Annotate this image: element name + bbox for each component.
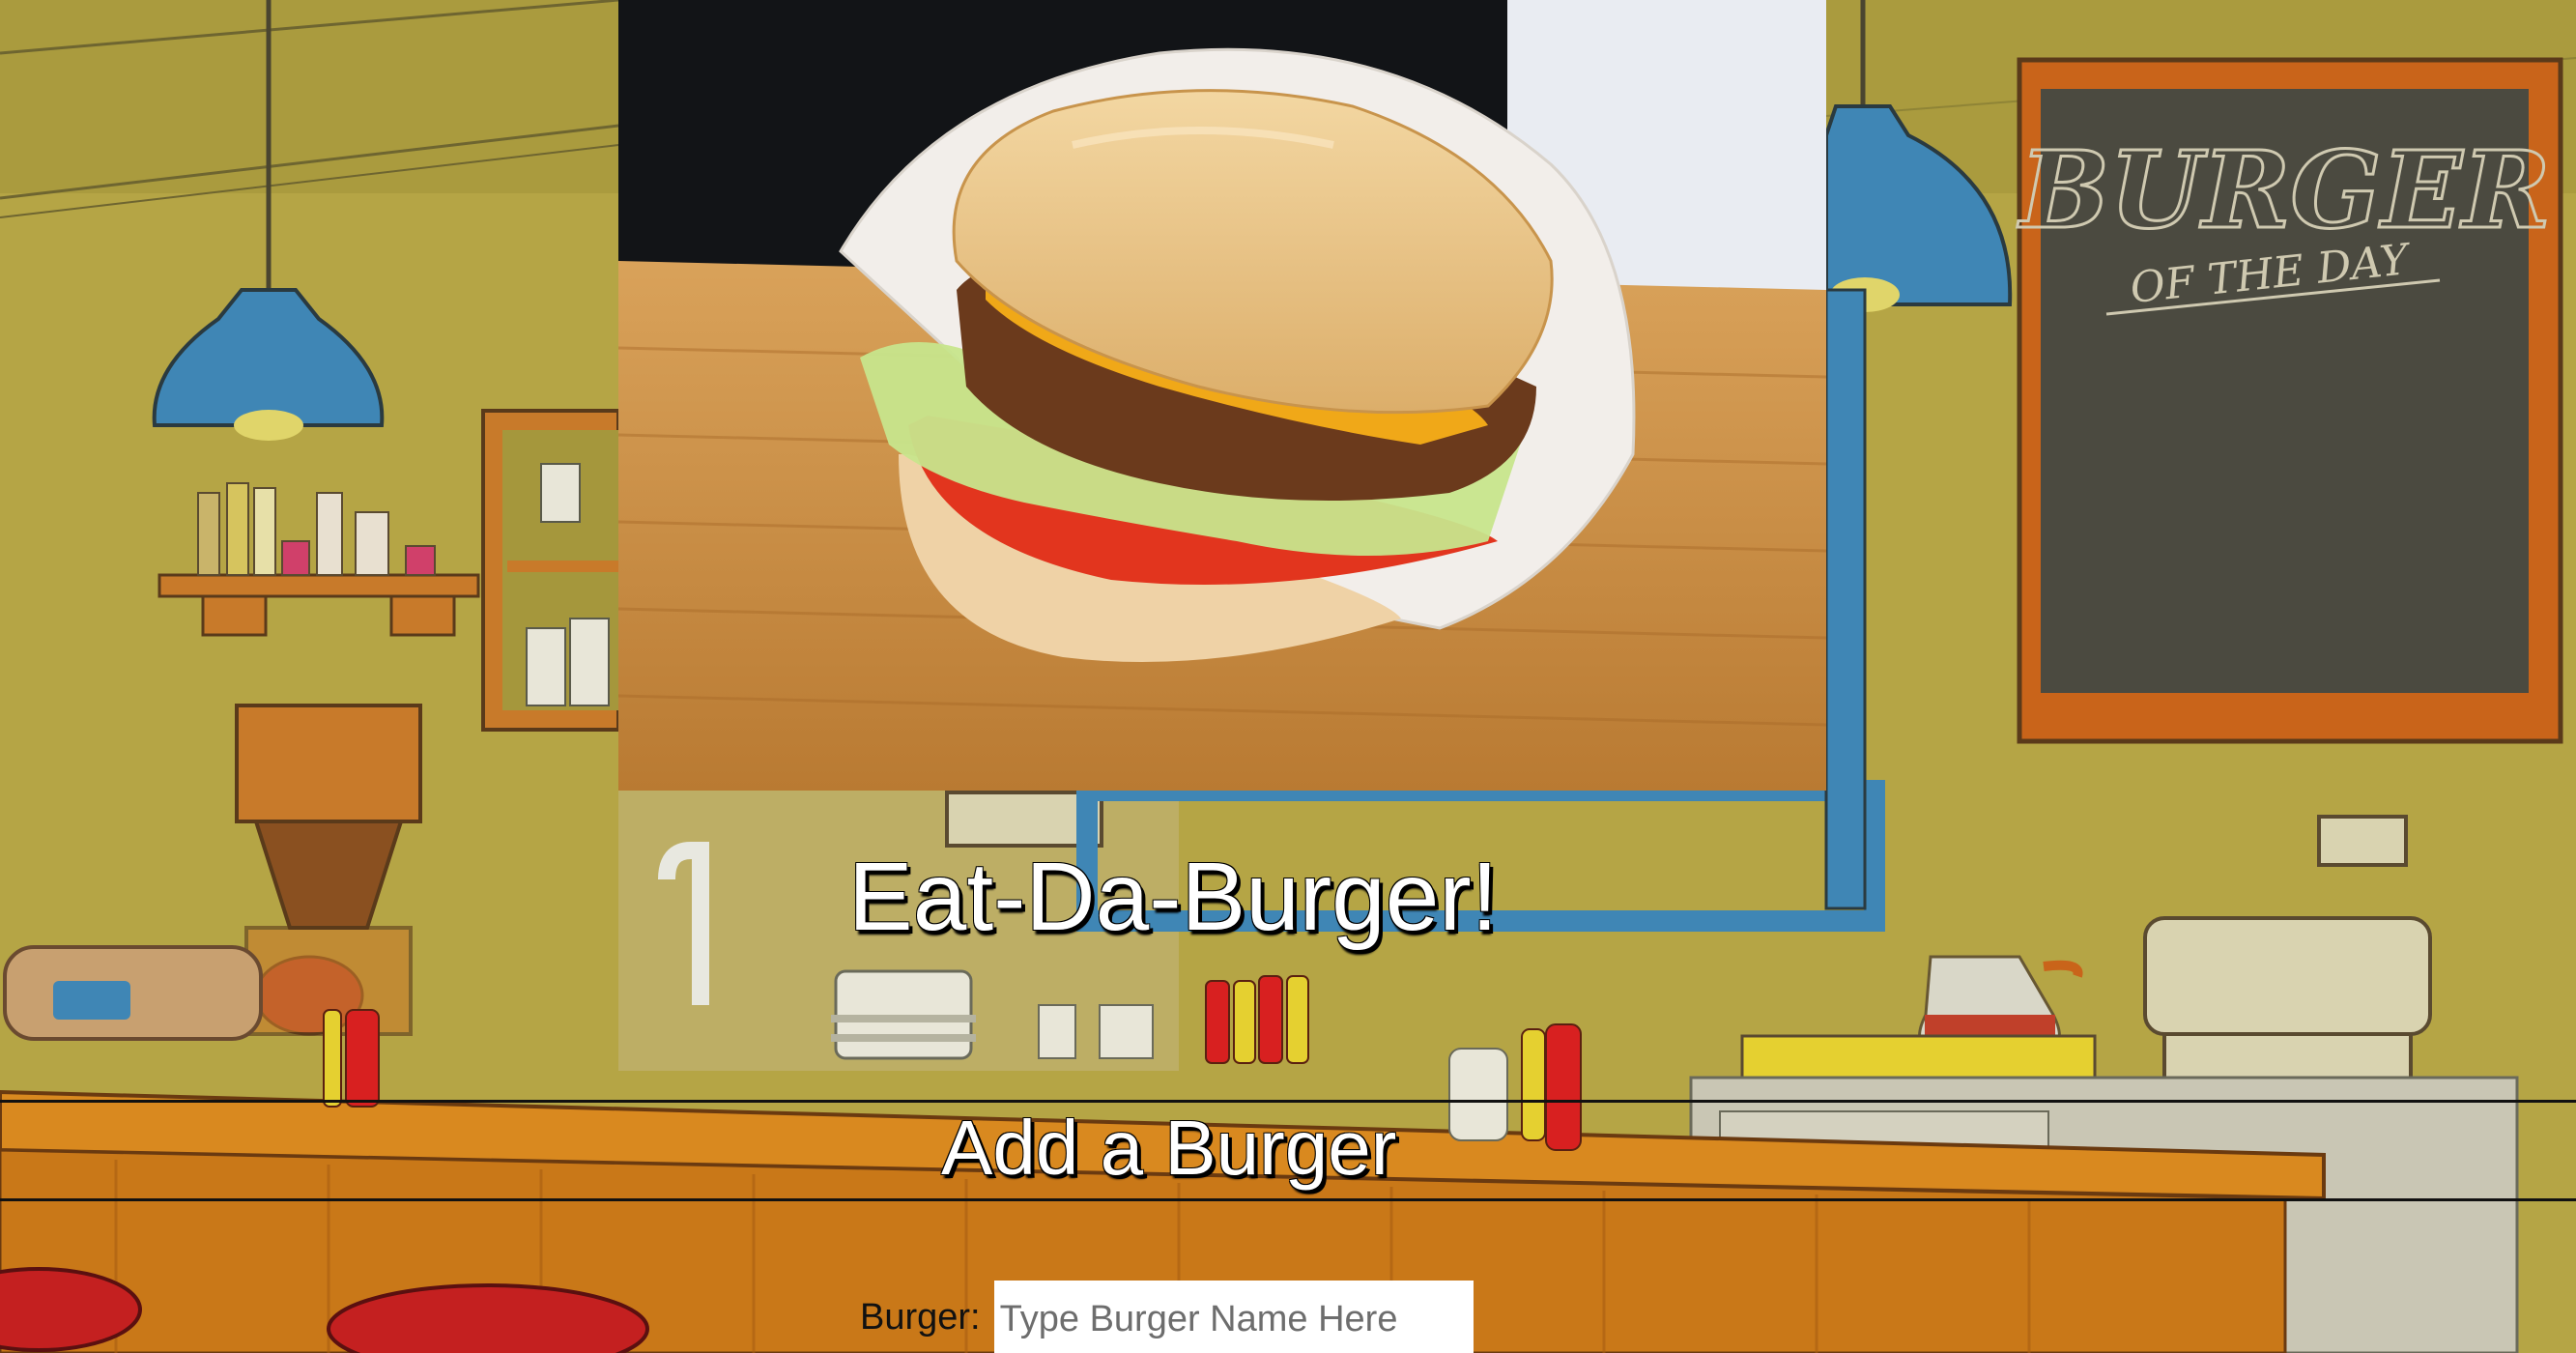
add-burger-form: Burger: [860,1281,1474,1353]
section-divider-bottom [0,1198,2576,1201]
page: BURGER OF THE DAY Eat-Da-Burger! Add a B… [0,0,2576,1353]
burger-label: Burger: [860,1297,981,1338]
page-title: Eat-Da-Burger! [848,843,1499,951]
burger-name-input[interactable] [993,1281,1474,1353]
burger-photo [618,0,1826,791]
chalkboard-title: BURGER [2017,128,2551,252]
section-heading: Add a Burger [941,1105,1397,1191]
section-divider-top [0,1100,2576,1103]
